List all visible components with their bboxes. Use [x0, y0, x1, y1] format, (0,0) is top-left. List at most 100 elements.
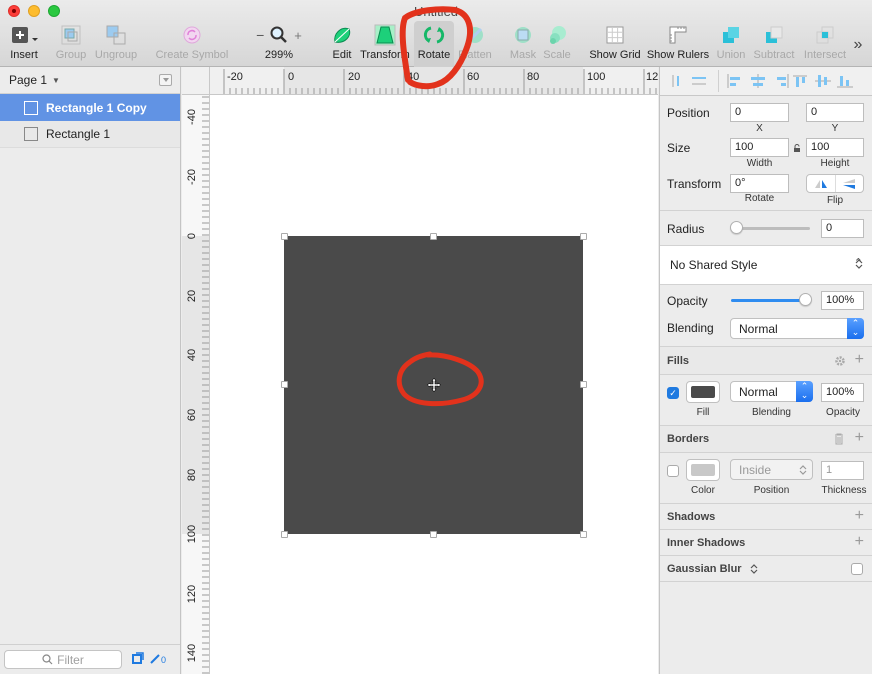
align-top-icon[interactable] [791, 74, 813, 88]
show-grid-button[interactable]: Show Grid [588, 24, 642, 64]
layer-item[interactable]: Rectangle 1 Copy [0, 94, 180, 121]
blur-enabled-checkbox[interactable] [851, 563, 863, 575]
align-bottom-icon[interactable] [835, 74, 857, 88]
horizontal-ruler[interactable]: -20 0 20 40 60 80 100 12 [182, 67, 658, 95]
show-rulers-button[interactable]: Show Rulers [646, 24, 710, 64]
union-button[interactable]: Union [714, 24, 748, 64]
radius-slider[interactable] [735, 227, 810, 230]
rotate-field[interactable]: 0° [730, 174, 789, 193]
resize-handle[interactable] [580, 233, 587, 240]
insert-icon [12, 27, 38, 43]
intersect-button[interactable]: Intersect [802, 24, 848, 64]
resize-handle[interactable] [580, 531, 587, 538]
collapse-pages-button[interactable] [159, 74, 172, 86]
layer-name: Rectangle 1 [46, 127, 111, 141]
resize-handle[interactable] [430, 531, 437, 538]
distribute-horizontal-icon[interactable] [668, 74, 688, 88]
add-shadow-button[interactable]: + [855, 508, 864, 524]
border-enabled-checkbox[interactable] [667, 465, 679, 477]
width-field[interactable]: 100 [730, 138, 789, 157]
rectangle-layer-icon [24, 127, 38, 141]
subtract-button[interactable]: Subtract [752, 24, 796, 64]
resize-handle[interactable] [281, 381, 288, 388]
ruler-label: 20 [348, 71, 361, 83]
zoom-out-button[interactable]: − [256, 27, 264, 43]
flip-horizontal-button[interactable] [807, 175, 836, 192]
ruler-label: 0 [186, 233, 198, 240]
stepper-chevron-icon [855, 259, 863, 269]
slices-filter-icon[interactable] [150, 653, 160, 667]
magnifier-icon[interactable] [270, 26, 288, 44]
resize-handle[interactable] [430, 233, 437, 240]
insert-button[interactable]: Insert [6, 24, 42, 64]
scale-button[interactable]: Scale [540, 24, 574, 64]
x-field[interactable]: 0 [730, 103, 789, 122]
ungroup-button[interactable]: Ungroup [94, 24, 138, 64]
align-center-h-icon[interactable] [747, 74, 769, 88]
resize-handle[interactable] [281, 233, 288, 240]
layer-item[interactable]: Rectangle 1 [0, 121, 180, 148]
edit-button[interactable]: Edit [328, 24, 356, 64]
y-field[interactable]: 0 [806, 103, 864, 122]
flip-vertical-icon [843, 178, 856, 189]
add-border-button[interactable]: + [855, 430, 864, 446]
mask-icon [515, 27, 531, 43]
add-fill-button[interactable]: + [855, 352, 864, 368]
fill-enabled-checkbox[interactable]: ✓ [667, 387, 679, 399]
radius-field[interactable]: 0 [821, 219, 864, 238]
opacity-slider[interactable] [731, 299, 807, 302]
edit-icon [334, 27, 351, 43]
inspector-panel: Position 0 0 X Y Size 100 100 Width Heig… [659, 67, 872, 674]
distribute-vertical-icon[interactable] [688, 74, 712, 88]
radius-slider-knob[interactable] [730, 221, 743, 234]
flatten-button[interactable]: Flatten [456, 24, 494, 64]
rotate-icon [423, 26, 445, 44]
ruler-label: 140 [186, 644, 198, 663]
vertical-ruler[interactable]: -40 -20 0 20 40 60 80 100 120 140 [182, 95, 210, 674]
ruler-label: 100 [186, 525, 198, 544]
shared-style-select[interactable]: No Shared Style ⌃ [660, 246, 872, 284]
border-color-swatch[interactable] [686, 459, 720, 481]
fill-opacity-label: Opacity [826, 407, 860, 418]
union-icon [723, 27, 739, 43]
flip-horizontal-icon [814, 179, 827, 188]
align-right-icon[interactable] [769, 74, 791, 88]
shared-style-value: No Shared Style [670, 258, 758, 272]
blending-select[interactable]: Normal ⌃ ⌄ [730, 318, 864, 339]
transform-button[interactable]: Transform [360, 24, 410, 64]
page-selector[interactable]: Page 1 ▼ [0, 67, 180, 94]
resize-handle[interactable] [580, 381, 587, 388]
ruler-label: 40 [407, 71, 420, 83]
mask-button[interactable]: Mask [506, 24, 540, 64]
ruler-icon [669, 26, 687, 44]
toolbar: Untitled Insert Group Ungroup Create Sym… [0, 0, 872, 67]
opacity-field[interactable]: 100% [821, 291, 864, 310]
border-thickness-label: Thickness [821, 485, 867, 496]
border-position-select[interactable]: Inside [730, 459, 813, 480]
fill-color-swatch[interactable] [686, 381, 720, 403]
trash-icon[interactable] [834, 433, 844, 445]
ruler-label: 60 [186, 408, 198, 422]
opacity-label: Opacity [667, 294, 708, 308]
align-left-icon[interactable] [725, 74, 747, 88]
rotate-button[interactable]: Rotate [414, 24, 454, 64]
zoom-in-button[interactable]: + [294, 28, 302, 43]
opacity-slider-knob[interactable] [799, 293, 812, 306]
add-inner-shadow-button[interactable]: + [855, 534, 864, 550]
border-thickness-field[interactable]: 1 [821, 461, 864, 480]
fill-blending-select[interactable]: Normal ⌃ ⌄ [730, 381, 813, 402]
flip-vertical-button[interactable] [836, 175, 864, 192]
symbols-filter-icon[interactable] [132, 652, 144, 667]
borders-header: Borders + [660, 426, 872, 452]
group-button[interactable]: Group [54, 24, 88, 64]
fill-opacity-field[interactable]: 100% [821, 383, 864, 402]
scale-icon [550, 26, 566, 44]
blur-type-select[interactable]: Gaussian Blur [667, 563, 742, 575]
align-middle-v-icon[interactable] [813, 74, 835, 88]
create-symbol-button[interactable]: Create Symbol [154, 24, 230, 64]
gear-icon[interactable] [834, 355, 846, 367]
filter-input[interactable]: Filter [4, 650, 122, 669]
resize-handle[interactable] [281, 531, 288, 538]
height-field[interactable]: 100 [806, 138, 864, 157]
lock-icon[interactable] [793, 144, 801, 152]
